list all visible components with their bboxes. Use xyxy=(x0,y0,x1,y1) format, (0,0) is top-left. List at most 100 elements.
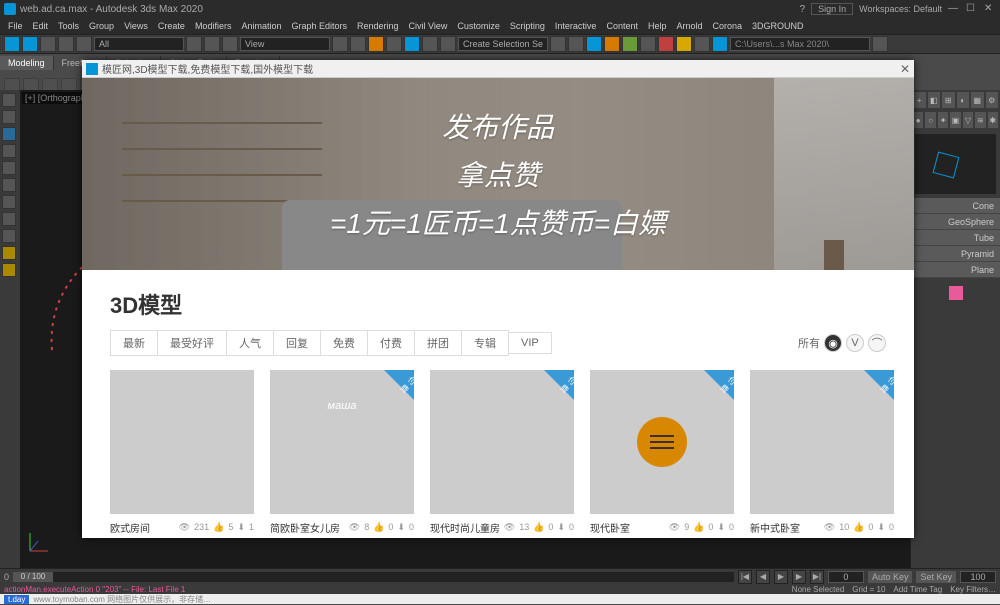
menu-scripting[interactable]: Scripting xyxy=(506,21,549,31)
geo-button-plane[interactable]: Plane xyxy=(911,262,1000,278)
geometry-cat-icon[interactable]: ● xyxy=(913,112,923,128)
model-thumbnail[interactable] xyxy=(110,370,254,514)
model-card[interactable]: 付费 新中式卧室 👁10 👍0 ⬇0 xyxy=(750,370,894,538)
tool-icon-2[interactable] xyxy=(658,36,674,52)
menu-create[interactable]: Create xyxy=(154,21,189,31)
shapes-cat-icon[interactable]: ○ xyxy=(925,112,935,128)
renderer-vray-icon[interactable]: V xyxy=(846,334,864,352)
filter-replies[interactable]: 回复 xyxy=(273,330,321,356)
align-icon[interactable] xyxy=(404,36,420,52)
layer-icon[interactable] xyxy=(422,36,438,52)
minimize-icon[interactable]: — xyxy=(948,3,960,15)
model-thumbnail[interactable]: 付费 маша xyxy=(270,370,414,514)
web-panel-close-icon[interactable]: ✕ xyxy=(900,62,910,76)
sign-in-button[interactable]: Sign In xyxy=(811,3,853,15)
tool-icon-3[interactable] xyxy=(694,36,710,52)
menu-modifiers[interactable]: Modifiers xyxy=(191,21,236,31)
menu-views[interactable]: Views xyxy=(120,21,152,31)
render-icon[interactable] xyxy=(586,36,602,52)
menu-rendering[interactable]: Rendering xyxy=(353,21,403,31)
geo-button-tube[interactable]: Tube xyxy=(911,230,1000,246)
selection-set-input[interactable] xyxy=(458,37,548,51)
menu-help[interactable]: Help xyxy=(644,21,671,31)
utilities-tab-icon[interactable]: ⚙ xyxy=(986,92,999,108)
angle-snap-icon[interactable] xyxy=(350,36,366,52)
tool-icon[interactable] xyxy=(2,212,16,226)
maximize-icon[interactable]: ☐ xyxy=(966,3,978,15)
render-setup-icon[interactable] xyxy=(568,36,584,52)
time-slider[interactable]: 0 / 100 xyxy=(13,572,734,582)
redo-icon[interactable] xyxy=(22,36,38,52)
filter-album[interactable]: 专辑 xyxy=(461,330,509,356)
menu-arnold[interactable]: Arnold xyxy=(673,21,707,31)
filter-top-rated[interactable]: 最受好评 xyxy=(157,330,227,356)
helpers-cat-icon[interactable]: ▽ xyxy=(963,112,973,128)
menu-file[interactable]: File xyxy=(4,21,27,31)
menu-graph-editors[interactable]: Graph Editors xyxy=(287,21,351,31)
model-thumbnail[interactable]: 付费 xyxy=(590,370,734,514)
scale-icon[interactable] xyxy=(222,36,238,52)
model-card[interactable]: 付费 маша 简欧卧室女儿房 👁8 👍0 ⬇0 xyxy=(270,370,414,538)
curve-editor-icon[interactable] xyxy=(440,36,456,52)
corona-ir-icon[interactable] xyxy=(622,36,638,52)
browse-icon[interactable] xyxy=(872,36,888,52)
modify-tab-icon[interactable]: ◧ xyxy=(928,92,941,108)
menu-tools[interactable]: Tools xyxy=(54,21,83,31)
cameras-cat-icon[interactable]: ▣ xyxy=(950,112,960,128)
corona-render-icon[interactable] xyxy=(604,36,620,52)
filter-free[interactable]: 免费 xyxy=(320,330,368,356)
filter-latest[interactable]: 最新 xyxy=(110,330,158,356)
filter-paid[interactable]: 付费 xyxy=(367,330,415,356)
model-card[interactable]: 欧式房间 👁231 👍5 ⬇1 xyxy=(110,370,254,538)
object-filter-input[interactable] xyxy=(94,37,184,51)
menu-interactive[interactable]: Interactive xyxy=(551,21,601,31)
ribbon-tab-modeling[interactable]: Modeling xyxy=(0,56,54,70)
light-icon[interactable] xyxy=(2,246,16,260)
filter-popular[interactable]: 人气 xyxy=(226,330,274,356)
display-tab-icon[interactable]: ▦ xyxy=(971,92,984,108)
prev-frame-icon[interactable]: ◀ xyxy=(756,570,770,584)
tool-icon[interactable] xyxy=(2,195,16,209)
setkey-button[interactable]: Set Key xyxy=(916,571,956,583)
web-content[interactable]: 发布作品 拿点赞 =1元=1匠币=1点赞币=白嫖 3D模型 最新 最受好评 人气… xyxy=(82,78,914,538)
workspace-selector[interactable]: Workspaces: Default xyxy=(859,4,942,14)
help-icon[interactable]: ? xyxy=(800,4,806,15)
globe-icon[interactable] xyxy=(2,127,16,141)
material-editor-icon[interactable] xyxy=(550,36,566,52)
current-frame-input[interactable] xyxy=(828,571,864,583)
viewport-cube-preview[interactable] xyxy=(915,134,996,194)
next-frame-icon[interactable]: ▶ xyxy=(792,570,806,584)
mirror-icon[interactable] xyxy=(386,36,402,52)
ref-coord-input[interactable] xyxy=(240,37,330,51)
key-filters-button[interactable]: Key Filters… xyxy=(950,585,996,594)
motion-tab-icon[interactable]: ◐ xyxy=(957,92,970,108)
cross-tool-icon[interactable] xyxy=(2,110,16,124)
hierarchy-tab-icon[interactable]: ⊞ xyxy=(942,92,955,108)
menu-corona[interactable]: Corona xyxy=(709,21,747,31)
menu-edit[interactable]: Edit xyxy=(29,21,53,31)
lights-cat-icon[interactable]: ✦ xyxy=(938,112,948,128)
space-warps-cat-icon[interactable]: ≋ xyxy=(975,112,985,128)
goto-start-icon[interactable]: |◀ xyxy=(738,570,752,584)
warning-icon[interactable] xyxy=(676,36,692,52)
select-tool-icon[interactable] xyxy=(2,93,16,107)
menu-animation[interactable]: Animation xyxy=(237,21,285,31)
play-icon[interactable]: ▶ xyxy=(774,570,788,584)
filter-vip[interactable]: VIP xyxy=(508,332,552,354)
geo-button-geosphere[interactable]: GeoSphere xyxy=(911,214,1000,230)
menu-content[interactable]: Content xyxy=(602,21,642,31)
time-tag-button[interactable]: Add Time Tag xyxy=(893,585,942,594)
tool-icon-4[interactable] xyxy=(712,36,728,52)
percent-snap-icon[interactable] xyxy=(368,36,384,52)
renderer-other-icon[interactable]: ⌒ xyxy=(868,334,886,352)
model-card[interactable]: 付费 现代时尚儿童房 👁13 👍0 ⬇0 xyxy=(430,370,574,538)
geo-button-pyramid[interactable]: Pyramid xyxy=(911,246,1000,262)
object-color-swatch[interactable] xyxy=(949,286,963,300)
filter-group[interactable]: 拼团 xyxy=(414,330,462,356)
model-thumbnail[interactable]: 付费 xyxy=(430,370,574,514)
renderer-corona-icon[interactable]: ◉ xyxy=(824,334,842,352)
undo-icon[interactable] xyxy=(4,36,20,52)
snap-toggle-icon[interactable] xyxy=(332,36,348,52)
menu-group[interactable]: Group xyxy=(85,21,118,31)
end-frame-input[interactable] xyxy=(960,571,996,583)
